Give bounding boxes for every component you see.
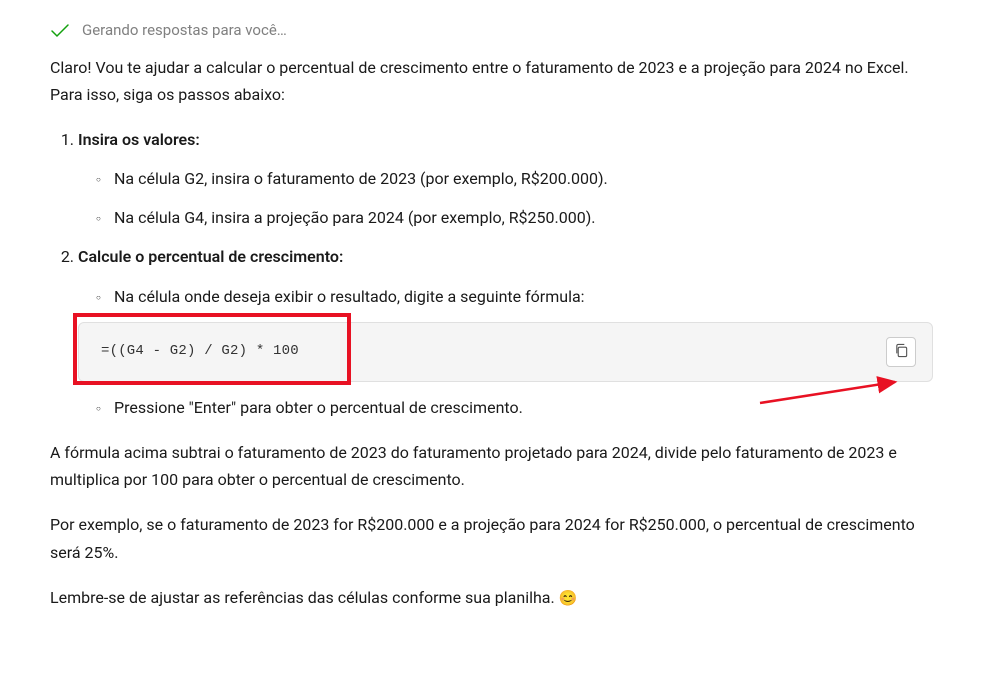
step-2-sublist: Na célula onde deseja exibir o resultado… — [78, 283, 933, 310]
step-2-item-2: Pressione "Enter" para obter o percentua… — [96, 394, 933, 421]
step-2-item-1: Na célula onde deseja exibir o resultado… — [96, 283, 933, 310]
step-1-sublist: Na célula G2, insira o faturamento de 20… — [78, 165, 933, 231]
explanation-paragraph: A fórmula acima subtrai o faturamento de… — [50, 439, 933, 493]
reminder-paragraph: Lembre-se de ajustar as referências das … — [50, 584, 933, 612]
copy-icon — [894, 343, 909, 361]
reminder-text: Lembre-se de ajustar as referências das … — [50, 588, 559, 607]
step-1: Insira os valores: Na célula G2, insira … — [78, 126, 933, 232]
check-icon — [50, 23, 70, 39]
copy-button[interactable] — [886, 337, 916, 367]
step-2-sublist-after: Pressione "Enter" para obter o percentua… — [78, 394, 933, 421]
step-1-item-2: Na célula G4, insira a projeção para 202… — [96, 204, 933, 231]
code-block: =((G4 - G2) / G2) * 100 — [78, 322, 933, 382]
intro-paragraph: Claro! Vou te ajudar a calcular o percen… — [50, 54, 933, 108]
smile-emoji: 😊 — [559, 589, 578, 607]
step-1-item-1: Na célula G2, insira o faturamento de 20… — [96, 165, 933, 192]
step-2-title: Calcule o percentual de crescimento: — [78, 247, 343, 266]
status-line: Gerando respostas para você… — [50, 18, 933, 44]
status-text: Gerando respostas para você… — [82, 18, 287, 44]
example-paragraph: Por exemplo, se o faturamento de 2023 fo… — [50, 511, 933, 565]
steps-list: Insira os valores: Na célula G2, insira … — [50, 126, 933, 421]
step-1-title: Insira os valores: — [78, 130, 200, 149]
step-2: Calcule o percentual de crescimento: Na … — [78, 243, 933, 421]
code-text: =((G4 - G2) / G2) * 100 — [101, 340, 299, 364]
